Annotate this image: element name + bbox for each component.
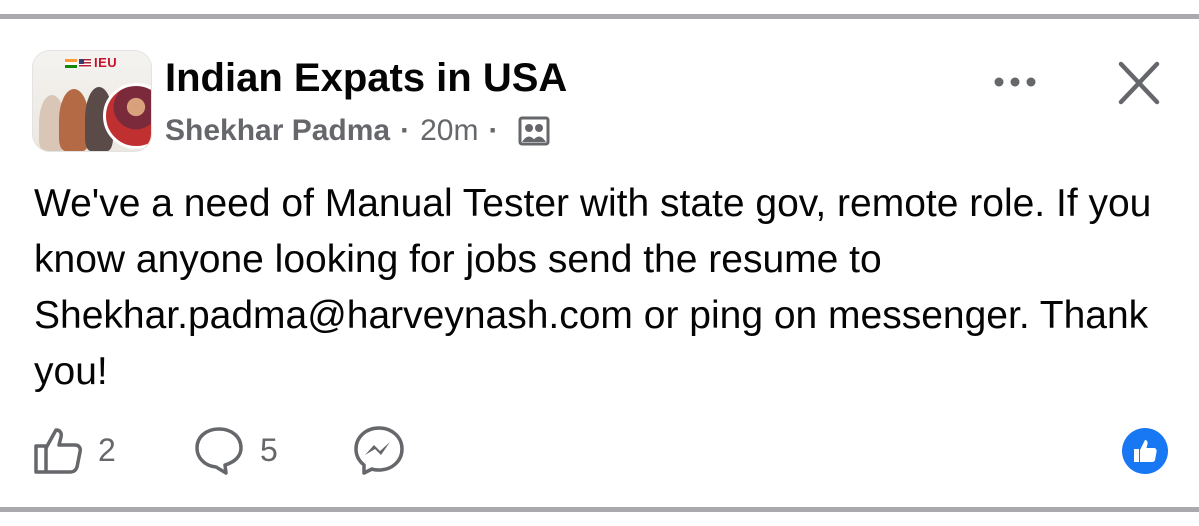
group-name-link[interactable]: Indian Expats in USA (165, 56, 567, 101)
close-icon (1118, 61, 1160, 105)
meta-separator: · (400, 114, 411, 147)
comment-count: 5 (260, 431, 278, 468)
send-in-messenger-button[interactable] (352, 422, 406, 478)
comment-button[interactable]: 5 (192, 422, 278, 478)
messenger-icon (354, 426, 404, 475)
like-button[interactable]: 2 (32, 422, 116, 478)
close-button[interactable] (1113, 58, 1165, 108)
comment-bubble-icon (195, 427, 243, 475)
thumbs-up-icon (34, 428, 82, 474)
top-divider (0, 14, 1199, 19)
meta-separator-2: · (488, 114, 499, 147)
author-name-link[interactable]: Shekhar Padma (165, 114, 390, 148)
post-card: IEU Indian Expats in USA Shekhar Padma ·… (0, 0, 1199, 526)
post-body-text: We've a need of Manual Tester with state… (34, 182, 1152, 393)
like-count: 2 (98, 431, 116, 468)
bottom-divider (0, 507, 1199, 512)
avatar-logo: IEU (65, 55, 139, 73)
more-options-button[interactable] (990, 62, 1040, 102)
more-horizontal-icon (994, 77, 1036, 87)
like-reaction-icon[interactable] (1122, 428, 1168, 474)
post-timestamp[interactable]: 20m (420, 114, 478, 148)
group-members-icon (518, 116, 550, 146)
post-meta: Shekhar Padma · 20m · (165, 114, 550, 148)
group-avatar[interactable]: IEU (32, 50, 152, 152)
